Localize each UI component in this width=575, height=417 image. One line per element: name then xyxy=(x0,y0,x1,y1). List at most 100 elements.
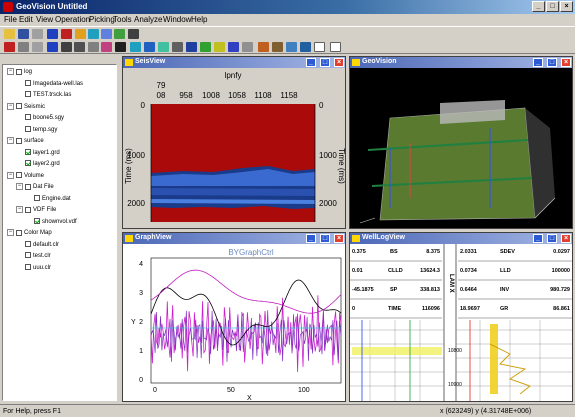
tree-item-log[interactable]: − log xyxy=(7,68,32,76)
tree-item-boone5-sgy[interactable]: boone5.sgy xyxy=(25,114,64,122)
menu-help[interactable]: Help xyxy=(191,15,207,24)
tree-expander[interactable]: − xyxy=(7,137,14,144)
grid2-icon[interactable] xyxy=(172,42,183,52)
tree-item-test-trsck-las[interactable]: TEST.trsck.las xyxy=(25,91,71,99)
measure-icon[interactable] xyxy=(88,42,99,52)
welllogview-minimize-button[interactable]: _ xyxy=(533,234,543,243)
chart-icon[interactable] xyxy=(186,42,197,52)
seisview-minimize-button[interactable]: _ xyxy=(306,58,316,67)
tree-checkbox[interactable] xyxy=(25,91,31,98)
menu-edit[interactable]: Edit xyxy=(19,15,33,24)
wave-icon[interactable] xyxy=(88,29,99,39)
tree-checkbox[interactable] xyxy=(34,217,40,224)
tree-checkbox[interactable] xyxy=(16,172,22,178)
tree-item-uuu-clr[interactable]: uuu.clr xyxy=(25,263,51,272)
tree-checkbox[interactable] xyxy=(25,79,31,86)
minimize-button[interactable]: _ xyxy=(532,1,545,12)
save-icon[interactable] xyxy=(18,29,29,39)
square-icon[interactable] xyxy=(242,42,253,52)
tree-checkbox[interactable] xyxy=(25,240,31,247)
tree-checkbox[interactable] xyxy=(16,68,22,75)
graphview-close-button[interactable]: × xyxy=(334,234,344,243)
menu-window[interactable]: Window xyxy=(163,15,191,24)
tree-expander[interactable]: − xyxy=(7,171,14,179)
lines-icon[interactable] xyxy=(228,42,239,52)
brush-icon[interactable] xyxy=(272,42,283,52)
seisview-close-button[interactable]: × xyxy=(334,58,344,67)
tree-item-color-map[interactable]: − Color Map xyxy=(7,229,52,237)
graphview-maximize-button[interactable]: □ xyxy=(320,234,330,243)
tree-checkbox[interactable] xyxy=(16,137,22,144)
flag-icon[interactable] xyxy=(115,42,126,52)
geovision-3d-minimize-button[interactable]: _ xyxy=(533,58,543,67)
tree-item-imagedata-well-las[interactable]: Imagedata-well.las xyxy=(25,79,83,88)
print-icon[interactable] xyxy=(32,29,43,39)
maximize-button[interactable]: □ xyxy=(546,1,559,12)
tree-item-layer1-grd[interactable]: layer1.grd xyxy=(25,148,60,157)
tree-item-vdf-file[interactable]: − VDF File xyxy=(16,206,56,214)
tree-checkbox[interactable] xyxy=(25,252,31,259)
grid-icon[interactable] xyxy=(101,29,112,39)
globe2-icon[interactable] xyxy=(144,42,155,52)
tree-checkbox[interactable] xyxy=(25,125,31,132)
geovision-3d-maximize-button[interactable]: □ xyxy=(547,58,557,67)
palette-icon[interactable] xyxy=(75,29,86,39)
tree-checkbox[interactable] xyxy=(34,194,40,201)
tree-item-temp-sgy[interactable]: temp.sgy xyxy=(25,125,57,134)
tree-item-test-clr[interactable]: test.clr xyxy=(25,252,51,260)
menu-operation[interactable]: Operation xyxy=(55,15,90,24)
tree-item-layer2-grd[interactable]: layer2.grd xyxy=(25,160,60,168)
sphere-icon[interactable] xyxy=(158,42,169,52)
tree-checkbox[interactable] xyxy=(25,263,31,270)
tree-expander[interactable]: − xyxy=(7,68,14,75)
map-icon[interactable] xyxy=(200,42,211,52)
p-icon[interactable] xyxy=(314,42,325,52)
tree-expander[interactable]: − xyxy=(7,102,14,110)
slice-icon[interactable] xyxy=(47,42,58,52)
welllogview-maximize-button[interactable]: □ xyxy=(547,234,557,243)
tree-checkbox[interactable] xyxy=(25,148,31,155)
cut-icon[interactable] xyxy=(61,42,72,52)
bars-icon[interactable] xyxy=(300,42,311,52)
globe-icon[interactable] xyxy=(130,42,141,52)
tree-expander[interactable]: − xyxy=(16,206,23,213)
tree-checkbox[interactable] xyxy=(25,160,31,167)
tree-item-engine-dat[interactable]: Engine.dat xyxy=(34,194,71,203)
menu-tools[interactable]: Tools xyxy=(113,15,132,24)
tree-item-surface[interactable]: − surface xyxy=(7,137,44,145)
tree-expander[interactable]: − xyxy=(7,229,14,236)
pick-icon[interactable] xyxy=(101,42,112,52)
geovision-3d-close-button[interactable]: × xyxy=(561,58,571,67)
tree-checkbox[interactable] xyxy=(25,183,31,190)
filter-icon[interactable] xyxy=(258,42,269,52)
menu-picking[interactable]: Picking xyxy=(89,15,115,24)
close-button[interactable]: × xyxy=(560,1,573,12)
cube-icon[interactable] xyxy=(32,42,43,52)
arrow-icon[interactable] xyxy=(74,42,85,52)
seisview-maximize-button[interactable]: □ xyxy=(320,58,330,67)
tree-item-volume[interactable]: − Volume xyxy=(7,171,44,180)
table-icon[interactable] xyxy=(286,42,297,52)
tree-checkbox[interactable] xyxy=(16,229,22,236)
red-block-icon[interactable] xyxy=(61,29,72,39)
graphview-minimize-button[interactable]: _ xyxy=(306,234,316,243)
tree-item-shownvol-vdf[interactable]: shownvol.vdf xyxy=(34,217,77,226)
well-icon[interactable] xyxy=(4,42,15,52)
layers-icon[interactable] xyxy=(114,29,125,39)
menu-view[interactable]: View xyxy=(36,15,53,24)
color-icon[interactable] xyxy=(214,42,225,52)
menu-analyze[interactable]: Analyze xyxy=(134,15,162,24)
tree-checkbox[interactable] xyxy=(25,206,31,213)
open-folder-icon[interactable] xyxy=(4,29,15,39)
menu-file[interactable]: File xyxy=(4,15,17,24)
tree-expander[interactable]: − xyxy=(16,183,23,190)
blue-block-icon[interactable] xyxy=(47,29,58,39)
tree-checkbox[interactable] xyxy=(16,103,22,109)
pointer-icon[interactable] xyxy=(128,29,139,39)
tree-item-default-clr[interactable]: default.clr xyxy=(25,240,59,249)
tree-checkbox[interactable] xyxy=(25,114,31,121)
welllogview-close-button[interactable]: × xyxy=(561,234,571,243)
tool-icon[interactable] xyxy=(18,42,29,52)
tree-item-seismic[interactable]: − Seismic xyxy=(7,102,45,111)
tree-item-dat-file[interactable]: − Dat File xyxy=(16,183,54,191)
